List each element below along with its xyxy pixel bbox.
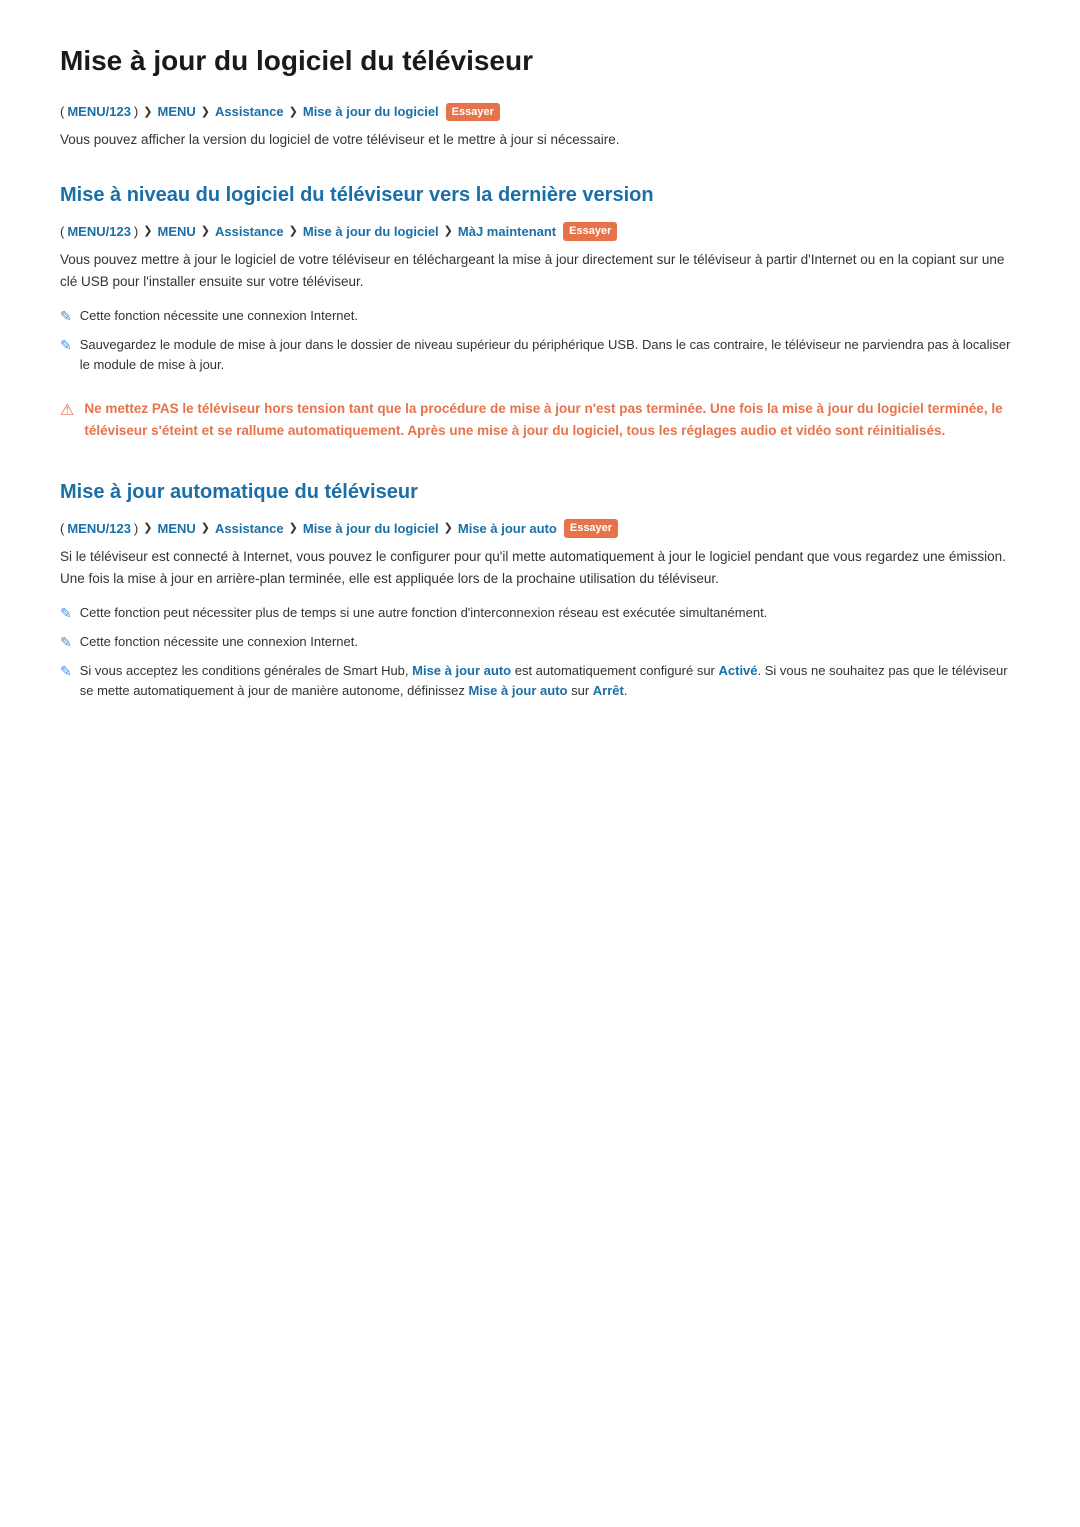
warning-block: ⚠ Ne mettez PAS le téléviseur hors tensi… bbox=[60, 388, 1020, 451]
warning-text: Ne mettez PAS le téléviseur hors tension… bbox=[84, 398, 1020, 441]
bc2-menu-num: MENU/123 bbox=[67, 519, 131, 539]
bc2-arrow1: ❯ bbox=[143, 520, 152, 537]
note3-link4: Arrêt bbox=[593, 683, 624, 698]
bc2-auto: Mise à jour auto bbox=[458, 519, 557, 539]
breadcrumb-logiciel: Mise à jour du logiciel bbox=[303, 102, 439, 122]
pencil-icon-2: ✎ bbox=[60, 335, 72, 356]
bc1-maj: MàJ maintenant bbox=[458, 222, 556, 242]
note-item: ✎ Cette fonction peut nécessiter plus de… bbox=[60, 603, 1020, 624]
bc1-menu-num: MENU/123 bbox=[67, 222, 131, 242]
note-text-1: Cette fonction nécessite une connexion I… bbox=[80, 306, 358, 326]
bc2-prefix: ( bbox=[60, 519, 64, 539]
pencil-icon-s2-3: ✎ bbox=[60, 661, 72, 682]
breadcrumb-section2: ( MENU/123 ) ❯ MENU ❯ Assistance ❯ Mise … bbox=[60, 519, 1020, 539]
page-title: Mise à jour du logiciel du téléviseur bbox=[60, 40, 1020, 82]
bc1-prefix: ( bbox=[60, 222, 64, 242]
bc1-suffix: ) bbox=[134, 222, 138, 242]
section2-intro: Si le téléviseur est connecté à Internet… bbox=[60, 546, 1020, 589]
bc2-menu: MENU bbox=[157, 519, 195, 539]
pencil-icon-s2-1: ✎ bbox=[60, 603, 72, 624]
note3-link2: Activé bbox=[719, 663, 758, 678]
bc1-arrow2: ❯ bbox=[201, 223, 210, 240]
bc2-arrow2: ❯ bbox=[201, 520, 210, 537]
bc1-arrow4: ❯ bbox=[444, 223, 453, 240]
note-text-2: Sauvegardez le module de mise à jour dan… bbox=[80, 335, 1020, 374]
breadcrumb-assistance: Assistance bbox=[215, 102, 284, 122]
bc2-logiciel: Mise à jour du logiciel bbox=[303, 519, 439, 539]
essayer-badge-s2: Essayer bbox=[564, 519, 618, 538]
bc1-arrow3: ❯ bbox=[289, 223, 298, 240]
breadcrumb-main: ( MENU/123 ) ❯ MENU ❯ Assistance ❯ Mise … bbox=[60, 102, 1020, 122]
note3-end-before: sur bbox=[567, 683, 592, 698]
pencil-icon-s2-2: ✎ bbox=[60, 632, 72, 653]
bc1-logiciel: Mise à jour du logiciel bbox=[303, 222, 439, 242]
page-intro: Vous pouvez afficher la version du logic… bbox=[60, 130, 1020, 150]
breadcrumb-prefix: ( bbox=[60, 102, 64, 122]
note3-before: Si vous acceptez les conditions générale… bbox=[80, 663, 412, 678]
breadcrumb-section1: ( MENU/123 ) ❯ MENU ❯ Assistance ❯ Mise … bbox=[60, 222, 1020, 242]
note3-link3: Mise à jour auto bbox=[469, 683, 568, 698]
breadcrumb-arrow1: ❯ bbox=[143, 104, 152, 121]
note3-link1: Mise à jour auto bbox=[412, 663, 511, 678]
section1: Mise à niveau du logiciel du téléviseur … bbox=[60, 180, 1020, 452]
bc1-assistance: Assistance bbox=[215, 222, 284, 242]
breadcrumb-menu-num: MENU/123 bbox=[67, 102, 131, 122]
section2-notes: ✎ Cette fonction peut nécessiter plus de… bbox=[60, 603, 1020, 700]
essayer-badge-main: Essayer bbox=[446, 103, 500, 122]
note-item: ✎ Cette fonction nécessite une connexion… bbox=[60, 306, 1020, 327]
bc2-assistance: Assistance bbox=[215, 519, 284, 539]
note-text-s2-1: Cette fonction peut nécessiter plus de t… bbox=[80, 603, 768, 623]
bc1-menu: MENU bbox=[157, 222, 195, 242]
section2-title: Mise à jour automatique du téléviseur bbox=[60, 477, 1020, 507]
warning-icon: ⚠ bbox=[60, 399, 74, 423]
breadcrumb-suffix: ) bbox=[134, 102, 138, 122]
pencil-icon-1: ✎ bbox=[60, 306, 72, 327]
bc2-arrow4: ❯ bbox=[444, 520, 453, 537]
section1-notes: ✎ Cette fonction nécessite une connexion… bbox=[60, 306, 1020, 374]
bc2-arrow3: ❯ bbox=[289, 520, 298, 537]
section1-intro: Vous pouvez mettre à jour le logiciel de… bbox=[60, 249, 1020, 292]
section1-title: Mise à niveau du logiciel du téléviseur … bbox=[60, 180, 1020, 210]
note3-middle: est automatiquement configuré sur bbox=[511, 663, 718, 678]
breadcrumb-arrow3: ❯ bbox=[289, 104, 298, 121]
note-text-s2-3: Si vous acceptez les conditions générale… bbox=[80, 661, 1020, 700]
breadcrumb-arrow2: ❯ bbox=[201, 104, 210, 121]
breadcrumb-menu: MENU bbox=[157, 102, 195, 122]
note-item: ✎ Cette fonction nécessite une connexion… bbox=[60, 632, 1020, 653]
bc1-arrow1: ❯ bbox=[143, 223, 152, 240]
section2: Mise à jour automatique du téléviseur ( … bbox=[60, 477, 1020, 701]
note-item: ✎ Sauvegardez le module de mise à jour d… bbox=[60, 335, 1020, 374]
note3-end: . bbox=[624, 683, 628, 698]
bc2-suffix: ) bbox=[134, 519, 138, 539]
note-text-s2-2: Cette fonction nécessite une connexion I… bbox=[80, 632, 358, 652]
note-item-complex: ✎ Si vous acceptez les conditions généra… bbox=[60, 661, 1020, 700]
essayer-badge-s1: Essayer bbox=[563, 222, 617, 241]
